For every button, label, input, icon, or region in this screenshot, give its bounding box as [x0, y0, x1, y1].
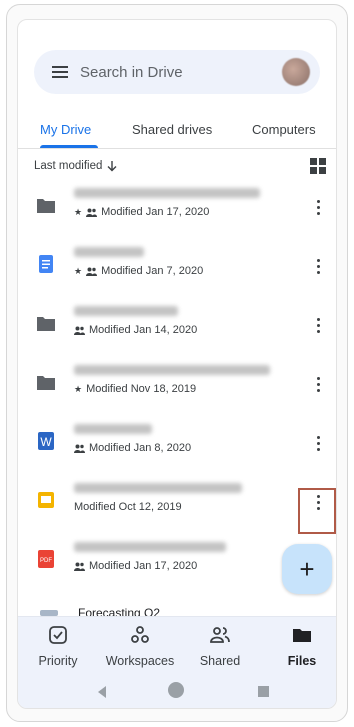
file-modified: Modified Jan 17, 2020 — [101, 206, 210, 218]
nav-shared[interactable]: Shared — [182, 621, 258, 675]
tab-computers[interactable]: Computers — [252, 122, 316, 137]
file-row[interactable]: ★ Modified Jan 17, 2020 — [18, 180, 336, 236]
back-icon[interactable] — [98, 686, 106, 698]
file-modified: Modified Jan 14, 2020 — [89, 324, 198, 336]
file-meta: Modified Jan 14, 2020 — [74, 324, 197, 336]
plus-icon: + — [299, 554, 315, 584]
file-modified: Modified Jan 17, 2020 — [89, 560, 198, 572]
new-file-fab[interactable]: + — [282, 544, 332, 594]
system-navigation-bar — [18, 676, 336, 708]
star-icon: ★ — [74, 265, 83, 276]
folder-icon — [37, 317, 55, 331]
star-icon: ★ — [74, 206, 83, 217]
docs-icon — [39, 255, 53, 273]
tab-my-drive[interactable]: My Drive — [40, 122, 91, 137]
file-name-redacted — [74, 424, 152, 434]
sort-label: Last modified — [34, 160, 103, 172]
nav-priority[interactable]: Priority — [20, 621, 96, 675]
file-row[interactable]: Modified Oct 12, 2019 — [18, 475, 336, 531]
file-name-redacted — [74, 483, 242, 493]
slides-icon — [38, 492, 54, 508]
shared-people-icon — [74, 326, 85, 335]
highlight-annotation — [298, 488, 336, 534]
search-placeholder[interactable]: Search in Drive — [80, 64, 282, 81]
phone-frame: Search in Drive My Drive Shared drives C… — [6, 4, 348, 722]
shared-people-icon — [74, 444, 85, 453]
file-modified: Modified Nov 18, 2019 — [86, 383, 197, 395]
home-icon[interactable] — [168, 682, 184, 698]
file-row[interactable]: ★ Modified Nov 18, 2019 — [18, 357, 336, 413]
file-meta: Modified Jan 17, 2020 — [74, 560, 197, 572]
file-row[interactable]: Modified Jan 14, 2020 — [18, 298, 336, 354]
more-options-icon[interactable] — [308, 253, 328, 279]
file-meta: ★ Modified Nov 18, 2019 — [74, 383, 196, 395]
tab-bar: My Drive Shared drives Computers — [18, 116, 336, 149]
shared-people-icon — [86, 267, 98, 276]
nav-label: Shared — [199, 654, 241, 668]
active-tab-indicator — [40, 145, 98, 148]
file-modified: Modified Oct 12, 2019 — [74, 501, 182, 513]
folder-icon — [37, 376, 55, 390]
nav-label: Priority — [38, 654, 78, 668]
shared-icon — [210, 627, 230, 643]
menu-icon[interactable] — [40, 50, 80, 94]
file-name-redacted — [74, 306, 178, 316]
file-meta: ★ Modified Jan 17, 2020 — [74, 206, 209, 218]
account-avatar[interactable] — [282, 58, 310, 86]
priority-icon — [49, 626, 67, 644]
drive-screen: Search in Drive My Drive Shared drives C… — [17, 19, 337, 709]
recents-icon[interactable] — [258, 686, 269, 697]
more-options-icon[interactable] — [308, 194, 328, 220]
sort-control[interactable]: Last modified — [34, 154, 118, 178]
shared-people-icon — [74, 562, 85, 571]
file-modified: Modified Jan 8, 2020 — [89, 442, 192, 454]
more-options-icon[interactable] — [308, 430, 328, 456]
workspaces-icon — [131, 626, 149, 643]
search-bar[interactable]: Search in Drive — [34, 50, 320, 94]
svg-text:PDF: PDF — [40, 558, 52, 564]
file-row[interactable]: W Modified Jan 8, 2020 — [18, 416, 336, 472]
more-options-icon[interactable] — [308, 312, 328, 338]
arrow-down-icon — [107, 161, 117, 172]
nav-label: Workspaces — [105, 654, 175, 668]
nav-files[interactable]: Files — [264, 621, 336, 675]
file-meta: Modified Oct 12, 2019 — [74, 501, 182, 513]
file-name-redacted — [74, 247, 144, 257]
folder-icon — [37, 199, 55, 213]
svg-text:W: W — [40, 435, 52, 449]
file-name-redacted — [74, 188, 260, 198]
more-options-icon[interactable] — [308, 371, 328, 397]
file-row[interactable]: ★ Modified Jan 7, 2020 — [18, 239, 336, 295]
file-name-redacted — [74, 365, 270, 375]
tab-shared-drives[interactable]: Shared drives — [132, 122, 212, 137]
shared-people-icon — [86, 208, 98, 217]
nav-label: Files — [287, 654, 317, 668]
file-meta: Modified Jan 8, 2020 — [74, 442, 191, 454]
bottom-navigation: Priority Workspaces Shared Files — [18, 616, 336, 677]
files-icon — [293, 629, 311, 642]
file-meta: ★ Modified Jan 7, 2020 — [74, 265, 203, 277]
file-modified: Modified Jan 7, 2020 — [101, 265, 204, 277]
pdf-icon: PDF — [38, 550, 54, 568]
file-name-redacted — [74, 542, 226, 552]
nav-workspaces[interactable]: Workspaces — [102, 621, 178, 675]
grid-view-icon[interactable] — [310, 158, 326, 174]
star-icon: ★ — [74, 383, 83, 394]
word-icon: W — [38, 432, 54, 450]
